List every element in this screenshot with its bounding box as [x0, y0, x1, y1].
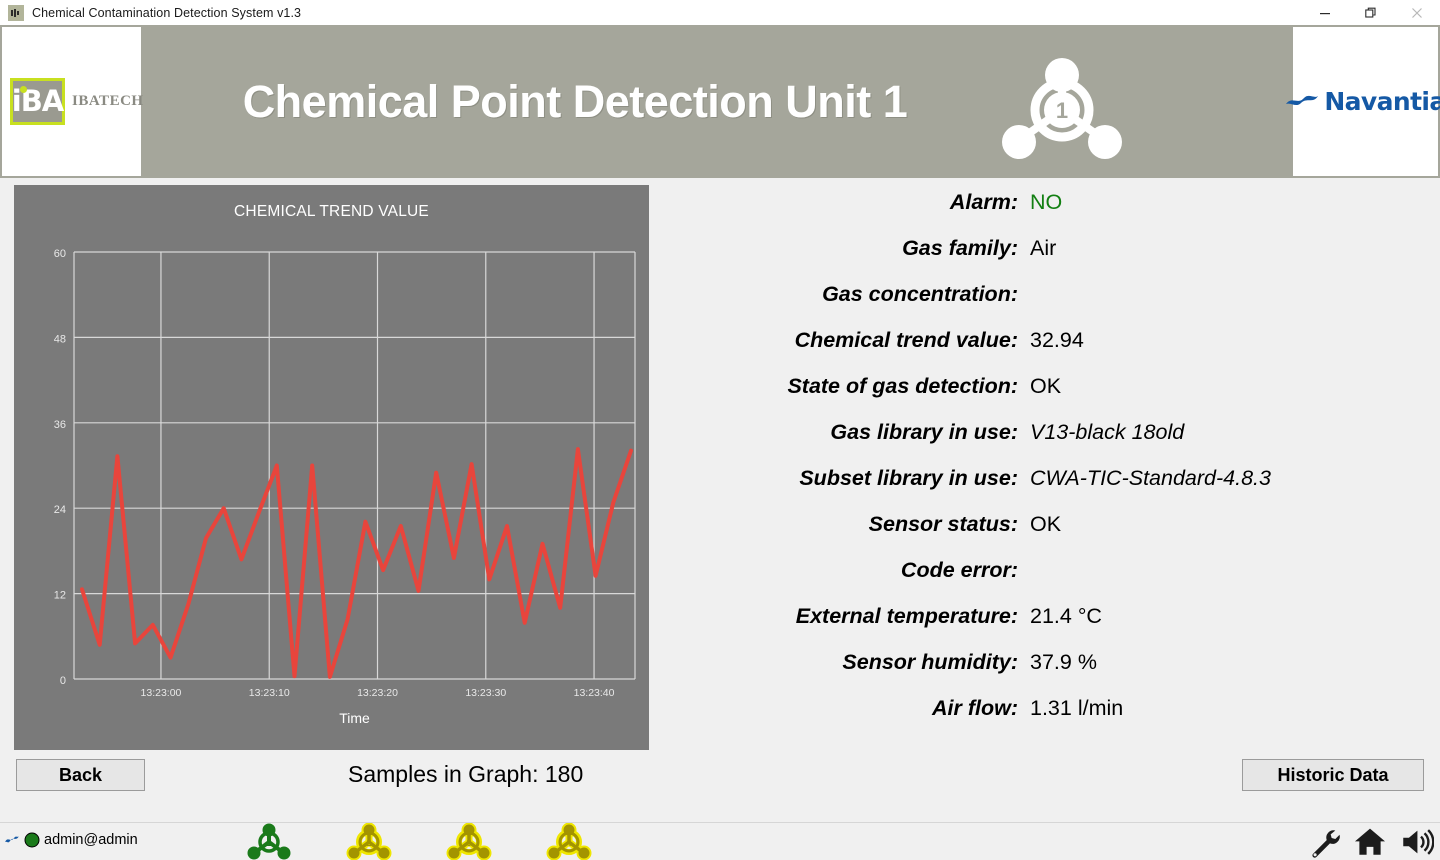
- x-axis-tick: 13:23:00: [141, 687, 182, 699]
- x-axis-tick: 13:23:30: [465, 687, 506, 699]
- measurement-row-alarm: Alarm: NO: [660, 190, 1430, 236]
- measurement-row-gas-library: Gas library in use: V13-black 18old: [660, 420, 1430, 466]
- restore-button[interactable]: [1348, 0, 1394, 25]
- status-indicator-icon: [24, 832, 40, 848]
- x-axis-tick: 13:23:10: [249, 687, 290, 699]
- svg-text:3: 3: [466, 838, 471, 848]
- measurement-label: Chemical trend value:: [794, 328, 1018, 352]
- measurement-label: Subset library in use:: [799, 466, 1018, 490]
- window-title: Chemical Contamination Detection System …: [32, 5, 302, 20]
- status-username: admin@admin: [44, 832, 138, 848]
- measurement-value-air-flow: 1.31 l/min: [1030, 696, 1124, 720]
- measurement-row-gas-concentration: Gas concentration:: [660, 282, 1430, 328]
- measurement-label: External temperature:: [795, 604, 1018, 628]
- measurement-row-state-of-gas-detection: State of gas detection: OK: [660, 374, 1430, 420]
- molecule-icon-unit-1: 1: [247, 823, 291, 860]
- samples-in-graph-label: Samples in Graph: 180: [348, 761, 584, 787]
- molecule-icon-unit-2: 2: [346, 823, 392, 860]
- measurement-row-sensor-humidity: Sensor humidity: 37.9 %: [660, 650, 1430, 696]
- measurement-value-sensor-status: OK: [1030, 512, 1062, 536]
- navantia-logo: Navantia: [1286, 27, 1440, 176]
- measurement-label: Code error:: [900, 558, 1018, 582]
- iba-logo-mark: iBA: [10, 78, 65, 125]
- measurement-value-subset-library: CWA-TIC-Standard-4.8.3: [1030, 466, 1271, 490]
- status-user-group: admin@admin: [4, 832, 138, 848]
- status-bar: admin@admin 1 2 3 4: [0, 822, 1440, 860]
- measurement-value-state-of-gas-detection: OK: [1030, 374, 1062, 398]
- y-axis-tick: 60: [54, 248, 66, 260]
- measurement-label: State of gas detection:: [787, 374, 1018, 398]
- x-axis-tick: 13:23:40: [574, 687, 615, 699]
- measurement-label: Gas concentration:: [822, 282, 1018, 306]
- y-axis-tick: 48: [54, 333, 66, 345]
- measurement-value-external-temperature: 21.4 °C: [1030, 604, 1102, 628]
- navantia-wordmark: Navantia: [1324, 87, 1440, 116]
- y-axis-tick: 24: [54, 504, 66, 516]
- chart-plot-area: 0 12 24 36 48 60 13:23:00 13:23:10 13:23:20 13:23…: [54, 248, 636, 726]
- x-axis-tick: 13:23:20: [357, 687, 398, 699]
- svg-text:2: 2: [366, 838, 371, 848]
- molecule-icon-unit-4: 4: [546, 823, 592, 860]
- window-titlebar: Chemical Contamination Detection System …: [0, 0, 1440, 25]
- app-header: iBA IBATECH Chemical Point Detection Uni…: [0, 25, 1440, 178]
- y-axis-tick: 12: [54, 590, 66, 602]
- page-title: Chemical Point Detection Unit 1: [242, 75, 908, 127]
- measurement-row-subset-library: Subset library in use: CWA-TIC-Standard-…: [660, 466, 1430, 512]
- status-action-icons: [1308, 823, 1434, 860]
- iba-logo-dot: [20, 86, 27, 93]
- application-window: Chemical Contamination Detection System …: [0, 0, 1440, 860]
- window-controls: [1302, 0, 1440, 25]
- measurement-value-gas-family: Air: [1030, 236, 1057, 260]
- measurement-label: Gas family:: [902, 236, 1018, 260]
- measurement-row-external-temperature: External temperature: 21.4 °C: [660, 604, 1430, 650]
- measurement-value-gas-library: V13-black 18old: [1030, 420, 1185, 444]
- measurement-value-sensor-humidity: 37.9 %: [1030, 650, 1097, 674]
- measurement-row-chemical-trend-value: Chemical trend value: 32.94: [660, 328, 1430, 374]
- molecule-icon-unit-3: 3: [446, 823, 492, 860]
- measurement-row-air-flow: Air flow: 1.31 l/min: [660, 696, 1430, 742]
- status-unit-3[interactable]: 3: [444, 823, 494, 860]
- measurement-label: Gas library in use:: [830, 420, 1018, 444]
- measurement-row-code-error: Code error:: [660, 558, 1430, 604]
- svg-text:4: 4: [566, 838, 571, 848]
- measurement-label: Air flow:: [932, 696, 1018, 720]
- svg-text:1: 1: [266, 838, 271, 848]
- measurement-label: Alarm:: [949, 190, 1018, 214]
- measurement-row-gas-family: Gas family: Air: [660, 236, 1430, 282]
- x-axis-label: Time: [339, 710, 370, 726]
- app-icon: [8, 4, 24, 21]
- chart-series-line: [80, 447, 633, 679]
- unit-badge-number: 1: [1056, 98, 1068, 123]
- speaker-icon[interactable]: [1398, 825, 1434, 859]
- status-unit-2[interactable]: 2: [344, 823, 394, 860]
- navantia-symbol-icon: [5, 836, 19, 843]
- status-unit-1[interactable]: 1: [244, 823, 294, 860]
- navantia-symbol-icon: [1286, 95, 1319, 105]
- wrench-icon[interactable]: [1308, 825, 1342, 859]
- iba-logo-text: iBA: [11, 84, 64, 118]
- status-unit-icons: 1 2 3 4: [244, 823, 594, 860]
- minimize-button[interactable]: [1302, 0, 1348, 25]
- status-unit-4[interactable]: 4: [544, 823, 594, 860]
- close-button[interactable]: [1394, 0, 1440, 25]
- unit-molecule-icon: 1: [1000, 58, 1124, 167]
- chemical-trend-chart: CHEMICAL TREND VALUE 0 12 24 36 48 60 13:23:00…: [14, 185, 649, 750]
- measurements-panel: Alarm: NO Gas family: Air Gas concentrat…: [660, 190, 1430, 742]
- measurement-row-sensor-status: Sensor status: OK: [660, 512, 1430, 558]
- measurement-label: Sensor humidity:: [842, 650, 1018, 674]
- home-icon[interactable]: [1352, 825, 1388, 859]
- measurement-label: Sensor status:: [868, 512, 1018, 536]
- historic-data-button[interactable]: Historic Data: [1242, 759, 1424, 791]
- measurement-value-alarm: NO: [1030, 190, 1063, 214]
- ibatech-wordmark: IBATECH: [72, 93, 144, 109]
- ibatech-logo: iBA IBATECH: [2, 27, 144, 176]
- y-axis-tick: 36: [54, 419, 66, 431]
- measurement-value-chemical-trend-value: 32.94: [1030, 328, 1084, 352]
- back-button[interactable]: Back: [16, 759, 145, 791]
- y-axis-tick: 0: [60, 675, 66, 687]
